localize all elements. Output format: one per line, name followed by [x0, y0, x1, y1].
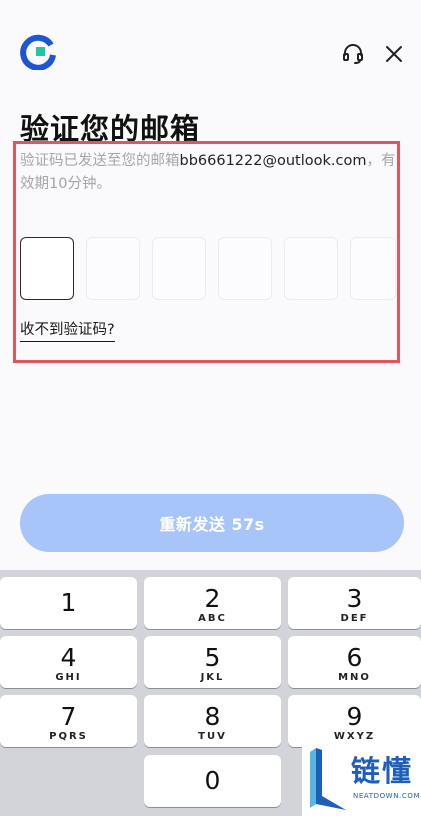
key-2[interactable]: 2 ABC: [144, 577, 281, 629]
key-number: 2: [204, 584, 221, 613]
key-number: 6: [346, 643, 363, 672]
code-digit-2[interactable]: [86, 237, 140, 300]
watermark-subtext: NEATDOWN.COM: [353, 792, 421, 800]
key-number: 8: [204, 702, 221, 731]
key-number: 4: [60, 643, 77, 672]
code-digit-4[interactable]: [218, 237, 272, 300]
key-6[interactable]: 6 MNO: [288, 636, 421, 688]
key-0[interactable]: 0: [144, 755, 281, 807]
key-number: 3: [346, 584, 363, 613]
code-digit-6[interactable]: [350, 237, 396, 300]
email-address: bb6661222@outlook.com: [179, 153, 367, 169]
key-letters: JKL: [200, 672, 225, 683]
headset-icon[interactable]: [341, 42, 365, 66]
key-4[interactable]: 4 GHI: [0, 636, 137, 688]
no-code-link[interactable]: 收不到验证码?: [20, 318, 115, 342]
brand-logo-icon: [20, 34, 56, 71]
watermark: 链懂 NEATDOWN.COM: [302, 740, 421, 816]
key-1[interactable]: 1: [0, 577, 137, 629]
key-letters: GHI: [55, 672, 82, 683]
key-letters: MNO: [338, 672, 371, 683]
verification-message: 验证码已发送至您的邮箱bb6661222@outlook.com，有效期10分钟…: [20, 150, 400, 196]
close-icon[interactable]: [383, 43, 405, 65]
key-5[interactable]: 5 JKL: [144, 636, 281, 688]
key-8[interactable]: 8 TUV: [144, 695, 281, 747]
key-letters: DEF: [340, 613, 369, 624]
key-letters: ABC: [198, 613, 227, 624]
key-7[interactable]: 7 PQRS: [0, 695, 137, 747]
key-number: 1: [60, 588, 77, 617]
code-digit-3[interactable]: [152, 237, 206, 300]
key-3[interactable]: 3 DEF: [288, 577, 421, 629]
code-digit-1[interactable]: [20, 237, 74, 300]
key-letters: TUV: [198, 731, 227, 742]
watermark-logo-icon: [310, 748, 346, 810]
key-number: 5: [204, 643, 221, 672]
message-prefix: 验证码已发送至您的邮箱: [20, 153, 180, 169]
key-number: 0: [204, 766, 221, 795]
key-number: 9: [346, 702, 363, 731]
key-letters: PQRS: [49, 731, 88, 742]
watermark-text: 链懂: [351, 754, 414, 788]
key-number: 7: [60, 702, 77, 731]
code-digit-5[interactable]: [284, 237, 338, 300]
resend-button[interactable]: 重新发送 57s: [20, 494, 404, 552]
